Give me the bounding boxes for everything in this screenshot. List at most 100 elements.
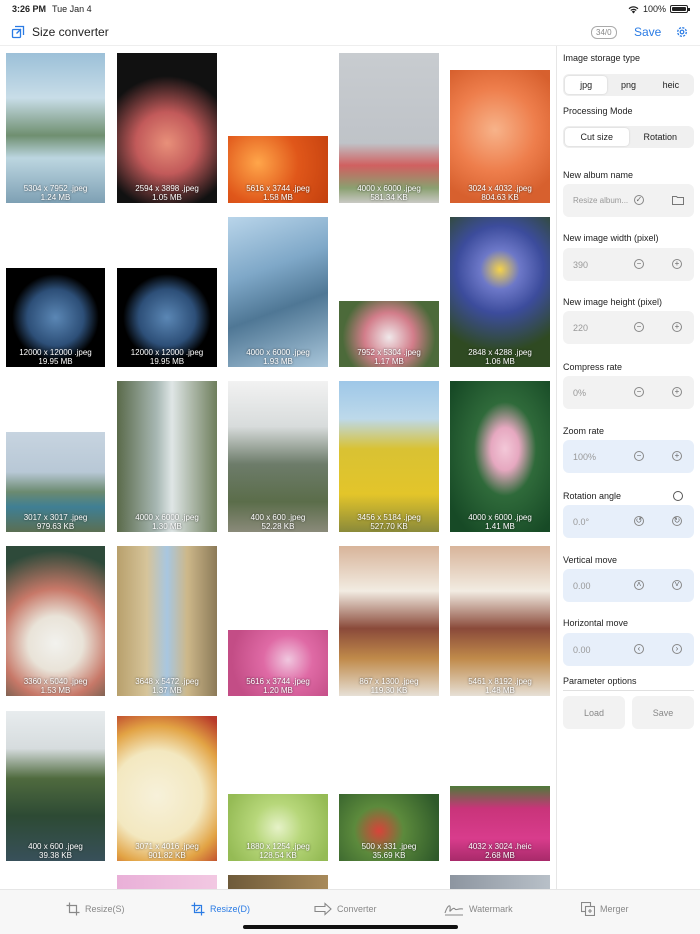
photo-thumbnail[interactable]: 400 x 600 .jpeg 39.38 KB	[6, 711, 105, 861]
storage-option-jpg[interactable]: jpg	[565, 76, 608, 94]
rotation-value: 0.0°	[573, 516, 590, 527]
album-name-label: New album name	[563, 170, 634, 180]
photo-thumbnail[interactable]: 1880 x 1254 .jpeg 128.54 KB	[228, 794, 328, 861]
processing-mode-label: Processing Mode	[563, 106, 633, 116]
zoom-value: 100%	[573, 451, 597, 462]
mode-option-rotation[interactable]: Rotation	[629, 128, 693, 146]
chevron-down-icon[interactable]: ˅	[672, 580, 682, 590]
parameter-divider	[563, 690, 694, 691]
save-button[interactable]: Save	[634, 25, 661, 39]
wifi-icon	[628, 5, 639, 13]
tab-resize-s[interactable]: Resize(S)	[66, 902, 125, 916]
page-title: Size converter	[32, 25, 109, 39]
mode-option-cut-size[interactable]: Cut size	[565, 128, 629, 146]
vertical-move-label: Vertical move	[563, 555, 618, 565]
status-bar: 3:26 PM Tue Jan 4 100%	[0, 0, 700, 18]
load-button[interactable]: Load	[563, 696, 625, 729]
photo-thumbnail[interactable]: 2848 x 4288 .jpeg 1.06 MB	[450, 217, 550, 367]
minus-icon[interactable]: −	[634, 322, 644, 332]
confirm-icon[interactable]: ✓	[634, 195, 644, 205]
photo-thumbnail[interactable]: 12000 x 12000 .jpeg 19.95 MB	[6, 268, 105, 367]
status-right: 100%	[628, 4, 690, 14]
photo-counter-badge: 34/0	[591, 26, 617, 39]
photo-thumbnail[interactable]: 12000 x 12000 .jpeg 19.95 MB	[117, 268, 217, 367]
zoom-stepper[interactable]: 100% − +	[563, 440, 694, 473]
horizontal-move-label: Horizontal move	[563, 618, 629, 628]
album-name-placeholder: Resize album...	[573, 196, 629, 205]
photo-thumbnail[interactable]	[117, 875, 217, 889]
photo-thumbnail[interactable]: 7952 x 5304 .jpeg 1.17 MB	[339, 301, 439, 367]
width-stepper[interactable]: 390 − +	[563, 248, 694, 281]
signature-icon	[444, 905, 464, 916]
storage-option-png[interactable]: png	[607, 76, 649, 94]
rotate-left-icon[interactable]: ↺	[634, 516, 644, 526]
vertical-move-stepper[interactable]: 0.00 ˄ ˅	[563, 569, 694, 602]
tab-merger[interactable]: Merger	[581, 902, 629, 916]
width-value: 390	[573, 259, 589, 270]
photo-thumbnail[interactable]: 867 x 1300 .jpeg 119.30 KB	[339, 546, 439, 696]
tab-watermark[interactable]: Watermark	[444, 902, 513, 916]
status-date: Tue Jan 4	[52, 4, 92, 14]
plus-icon[interactable]: +	[672, 322, 682, 332]
rotation-stepper[interactable]: 0.0° ↺ ↻	[563, 505, 694, 538]
height-value: 220	[573, 322, 589, 333]
height-label: New image height (pixel)	[563, 297, 663, 307]
storage-type-label: Image storage type	[563, 53, 641, 63]
plus-icon[interactable]: +	[672, 259, 682, 269]
parameter-options-label: Parameter options	[563, 676, 637, 686]
album-name-field[interactable]: Resize album... ✓	[563, 184, 694, 217]
vertical-move-value: 0.00	[573, 580, 591, 591]
minus-icon[interactable]: −	[634, 387, 644, 397]
horizontal-move-stepper[interactable]: 0.00 ‹ ›	[563, 633, 694, 666]
height-stepper[interactable]: 220 − +	[563, 311, 694, 344]
photo-thumbnail[interactable]: 5304 x 7952 .jpeg 1.24 MB	[6, 53, 105, 203]
photo-thumbnail[interactable]: 4000 x 6000 .jpeg 581.34 KB	[339, 53, 439, 203]
compress-value: 0%	[573, 387, 587, 398]
plus-icon[interactable]: +	[672, 451, 682, 461]
chevron-right-icon[interactable]: ›	[672, 644, 682, 654]
photo-thumbnail[interactable]: 500 x 331 .jpeg 35.69 KB	[339, 794, 439, 861]
photo-grid: 5304 x 7952 .jpeg 1.24 MB 2594 x 3898 .j…	[0, 46, 556, 889]
photo-thumbnail[interactable]	[450, 875, 550, 889]
photo-thumbnail[interactable]: 5616 x 3744 .jpeg 1.58 MB	[228, 136, 328, 203]
plus-icon[interactable]: +	[672, 387, 682, 397]
compress-stepper[interactable]: 0% − +	[563, 376, 694, 409]
gear-icon[interactable]	[675, 25, 689, 39]
photo-thumbnail[interactable]: 3024 x 4032 .jpeg 804.63 KB	[450, 70, 550, 203]
settings-panel: Image storage type jpg png heic Processi…	[557, 46, 700, 889]
horizontal-move-value: 0.00	[573, 644, 591, 655]
photo-thumbnail[interactable]: 4032 x 3024 .heic 2.68 MB	[450, 786, 550, 861]
width-label: New image width (pixel)	[563, 233, 659, 243]
chevron-left-icon[interactable]: ‹	[634, 644, 644, 654]
tab-converter[interactable]: Converter	[314, 902, 377, 916]
photo-thumbnail[interactable]: 3648 x 5472 .jpeg 1.37 MB	[117, 546, 217, 696]
photo-thumbnail[interactable]: 3017 x 3017 .jpeg 979.63 KB	[6, 432, 105, 532]
params-save-button[interactable]: Save	[632, 696, 694, 729]
photo-thumbnail[interactable]: 5616 x 3744 .jpeg 1.20 MB	[228, 630, 328, 696]
minus-icon[interactable]: −	[634, 451, 644, 461]
rotation-label: Rotation angle	[563, 491, 622, 501]
processing-mode-selector: Cut size Rotation	[563, 126, 694, 148]
rotate-right-icon[interactable]: ↻	[672, 516, 682, 526]
zoom-label: Zoom rate	[563, 426, 605, 436]
storage-type-selector: jpg png heic	[563, 74, 694, 96]
convert-icon	[314, 902, 332, 916]
resize-app-icon[interactable]	[11, 25, 25, 39]
photo-thumbnail[interactable]: 3456 x 5184 .jpeg 527.70 KB	[339, 381, 439, 532]
photo-thumbnail[interactable]: 2594 x 3898 .jpeg 1.05 MB	[117, 53, 217, 203]
photo-thumbnail[interactable]: 4000 x 6000 .jpeg 1.30 MB	[117, 381, 217, 532]
photo-thumbnail[interactable]: 400 x 600 .jpeg 52.28 KB	[228, 381, 328, 532]
tab-resize-d[interactable]: Resize(D)	[191, 902, 250, 916]
chevron-up-icon[interactable]: ˄	[634, 580, 644, 590]
photo-thumbnail[interactable]: 4000 x 6000 .jpeg 1.41 MB	[450, 381, 550, 532]
photo-thumbnail[interactable]: 3360 x 5040 .jpeg 1.53 MB	[6, 546, 105, 696]
photo-thumbnail[interactable]: 5461 x 8192 .jpeg 1.48 MB	[450, 546, 550, 696]
photo-thumbnail[interactable]: 3071 x 4016 .jpeg 901.82 KB	[117, 716, 217, 861]
minus-icon[interactable]: −	[634, 259, 644, 269]
storage-option-heic[interactable]: heic	[650, 76, 692, 94]
battery-icon	[670, 5, 690, 13]
photo-thumbnail[interactable]: 4000 x 6000 .jpeg 1.93 MB	[228, 217, 328, 367]
folder-icon[interactable]	[672, 195, 684, 205]
photo-thumbnail[interactable]	[228, 875, 328, 889]
rotation-toggle-radio[interactable]	[673, 491, 683, 501]
